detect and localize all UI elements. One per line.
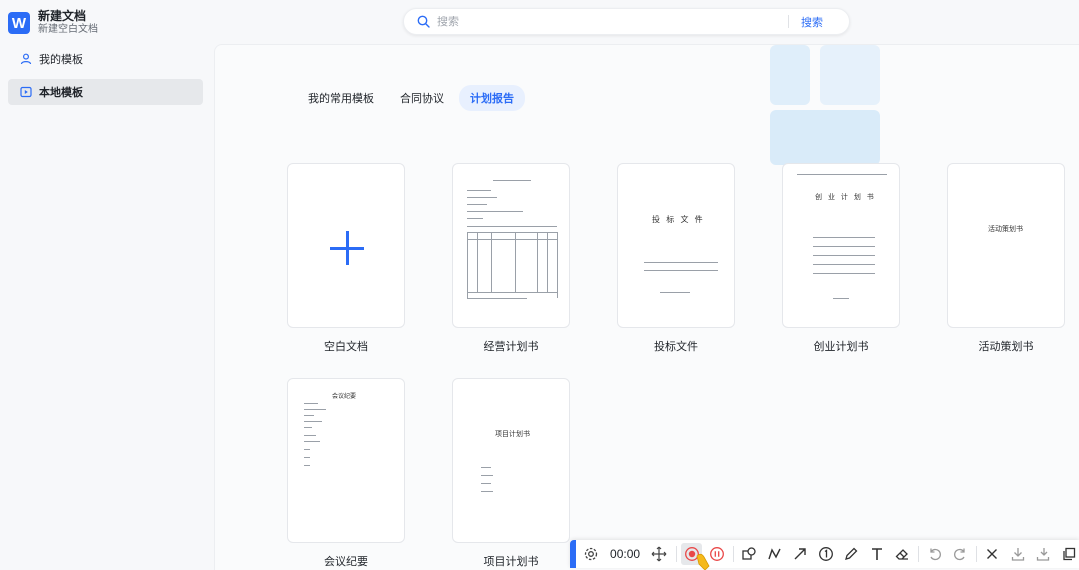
thumb-title: 会议纪要 (332, 394, 357, 400)
template-label: 活动策划书 (978, 341, 1034, 353)
template-thumbnail: 会议纪要 (287, 378, 405, 543)
template-tabs: 我的常用模板 合同协议 计划报告 (297, 85, 529, 111)
search-bar: 搜索 (403, 8, 850, 35)
shapes-icon[interactable] (739, 543, 759, 565)
wps-logo: W (8, 12, 30, 34)
arrow-icon[interactable] (790, 543, 810, 565)
search-icon (417, 15, 430, 28)
app-subtitle: 新建空白文档 (38, 24, 98, 35)
template-label: 项目计划书 (483, 556, 539, 568)
recording-toolbar: 00:00 (570, 540, 1079, 568)
play-folder-icon (20, 86, 32, 98)
template-card-event-plan[interactable]: 活动策划书 活动策划书 (947, 163, 1065, 354)
user-icon (20, 53, 32, 65)
sidebar: W 新建文档 新建空白文档 我的模板 本地模板 (0, 0, 214, 570)
close-icon[interactable] (982, 543, 1002, 565)
template-card-business-plan[interactable]: 经营计划书 (452, 163, 570, 354)
thumb-title: 项目计划书 (495, 431, 530, 438)
thumb-title: 创 业 计 划 书 (815, 194, 876, 201)
move-icon[interactable] (649, 543, 669, 565)
tab-plans-reports[interactable]: 计划报告 (459, 85, 525, 111)
sidebar-item-local-templates[interactable]: 本地模板 (8, 79, 203, 105)
template-label: 会议纪要 (324, 556, 368, 568)
text-tool-icon[interactable] (867, 543, 887, 565)
template-card-project-plan[interactable]: 项目计划书 项目计划书 (452, 378, 570, 569)
undo-icon[interactable] (924, 543, 944, 565)
pen-icon[interactable] (841, 543, 861, 565)
template-thumbnail: 活动策划书 (947, 163, 1065, 328)
tab-contracts[interactable]: 合同协议 (389, 85, 455, 111)
template-label: 空白文档 (324, 341, 368, 353)
sidebar-item-label: 我的模板 (39, 54, 83, 66)
search-button[interactable]: 搜索 (801, 14, 823, 30)
search-input[interactable] (437, 15, 777, 28)
copy-icon[interactable] (1059, 543, 1079, 565)
template-thumbnail (452, 163, 570, 328)
plus-icon (330, 231, 364, 265)
settings-gear-icon[interactable] (581, 543, 601, 565)
app-header: W 新建文档 新建空白文档 (8, 9, 98, 37)
polyline-icon[interactable] (765, 543, 785, 565)
template-thumbnail: 投 标 文 件 (617, 163, 735, 328)
template-label: 经营计划书 (483, 341, 539, 353)
app-title: 新建文档 (38, 9, 87, 23)
hand-cursor-icon (696, 553, 710, 570)
thumb-title: 投 标 文 件 (652, 215, 705, 224)
sidebar-item-label: 本地模板 (39, 87, 83, 99)
template-card-blank[interactable]: 空白文档 (287, 163, 405, 354)
template-thumbnail: 创 业 计 划 书 (782, 163, 900, 328)
template-thumbnail: 项目计划书 (452, 378, 570, 543)
redo-icon[interactable] (950, 543, 970, 565)
pin-download-icon[interactable] (1033, 543, 1053, 565)
template-card-bid-document[interactable]: 投 标 文 件 投标文件 (617, 163, 735, 354)
thumb-title: 活动策划书 (988, 226, 1023, 233)
template-thumbnail (287, 163, 405, 328)
template-card-meeting-minutes[interactable]: 会议纪要 会议纪要 (287, 378, 405, 569)
toolbar-drag-handle[interactable] (570, 540, 576, 568)
sidebar-item-my-templates[interactable]: 我的模板 (8, 46, 203, 72)
template-label: 创业计划书 (813, 341, 869, 353)
search-divider (788, 15, 789, 28)
template-label: 投标文件 (654, 341, 698, 353)
template-panel: 我的常用模板 合同协议 计划报告 空白文档 经营计划书 投 标 文 件 投标文件… (214, 44, 1079, 570)
recording-timer: 00:00 (610, 547, 641, 561)
template-card-startup-plan[interactable]: 创 业 计 划 书 创业计划书 (782, 163, 900, 354)
download-icon[interactable] (1008, 543, 1028, 565)
eraser-icon[interactable] (892, 543, 912, 565)
number-marker-icon[interactable] (816, 543, 836, 565)
tab-common-templates[interactable]: 我的常用模板 (297, 85, 385, 111)
